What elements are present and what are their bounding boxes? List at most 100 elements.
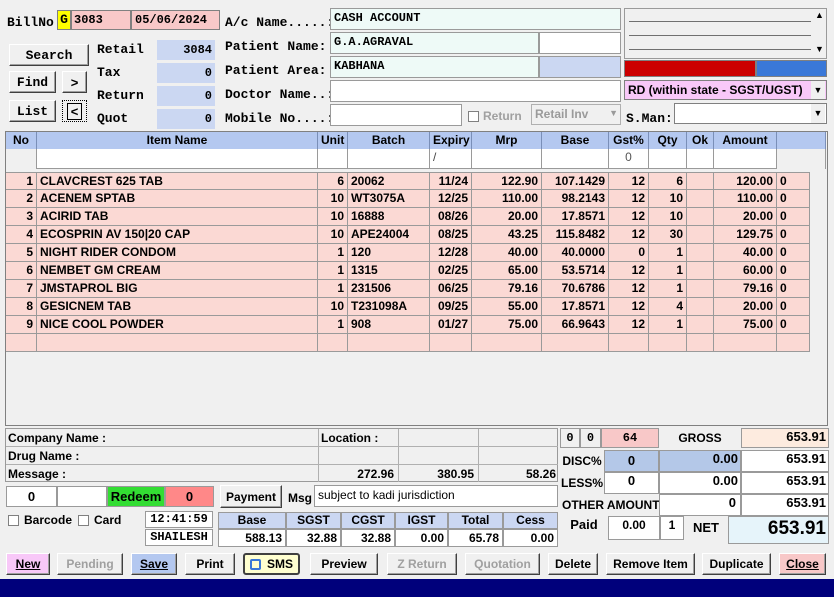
col-header-extra bbox=[777, 132, 826, 149]
grid-header: No Item Name Unit Batch Expiry Mrp Base … bbox=[6, 132, 826, 149]
entry-batch[interactable] bbox=[348, 149, 430, 169]
barcode-checkbox-box[interactable] bbox=[8, 514, 19, 526]
patient-name-field[interactable]: G.A.AGRAVAL bbox=[330, 32, 539, 54]
ac-name-field[interactable]: CASH ACCOUNT bbox=[330, 8, 621, 30]
entry-base[interactable] bbox=[542, 149, 609, 169]
row-base: 40.0000 bbox=[542, 244, 609, 262]
table-row[interactable]: 4 ECOSPRIN AV 150|20 CAP 10 APE24004 08/25 43… bbox=[6, 226, 810, 244]
find-button[interactable]: Find bbox=[9, 71, 56, 93]
z-return-button[interactable]: Z Return bbox=[387, 553, 457, 575]
print-button[interactable]: Print bbox=[185, 553, 235, 575]
table-row[interactable]: 8 GESICNEM TAB 10 T231098A 09/25 55.00 17.8571… bbox=[6, 298, 810, 316]
table-row[interactable]: 1 CLAVCREST 625 TAB 6 20062 11/24 122.90 107.1… bbox=[6, 172, 810, 191]
disc-label: DISC% bbox=[562, 454, 602, 468]
new-button[interactable]: New bbox=[6, 553, 50, 575]
row-item-name: ECOSPRIN AV 150|20 CAP bbox=[37, 226, 318, 244]
bill-series[interactable]: G bbox=[57, 10, 71, 30]
scrollbar[interactable]: ▲ ▼ bbox=[812, 10, 826, 58]
entry-qty[interactable] bbox=[649, 149, 687, 169]
entry-gst[interactable]: 0 bbox=[609, 149, 649, 169]
salesman-select[interactable]: ▼ bbox=[674, 103, 827, 124]
patient-area-field[interactable]: KABHANA bbox=[330, 56, 539, 78]
counter-tax-label: Tax bbox=[97, 65, 121, 80]
points-extra-field[interactable] bbox=[57, 486, 107, 507]
row-no: 4 bbox=[6, 226, 37, 244]
bill-date-field[interactable]: 05/06/2024 bbox=[131, 10, 220, 30]
bill-number-field[interactable]: 3083 bbox=[71, 10, 131, 30]
col-header-item-name: Item Name bbox=[37, 132, 318, 149]
close-button[interactable]: Close bbox=[779, 553, 826, 575]
row-no: 3 bbox=[6, 208, 37, 226]
entry-mrp[interactable] bbox=[472, 149, 542, 169]
entry-expiry[interactable]: / bbox=[430, 149, 472, 169]
row-unit: 1 bbox=[318, 244, 348, 262]
save-button[interactable]: Save bbox=[131, 553, 177, 575]
card-checkbox[interactable]: Card bbox=[78, 513, 121, 527]
table-row[interactable]: 7 JMSTAPROL BIG 1 231506 06/25 79.16 70.6786 12… bbox=[6, 280, 810, 298]
entry-unit[interactable] bbox=[318, 149, 348, 169]
tax-header-cgst: CGST bbox=[341, 512, 395, 529]
table-row[interactable]: 3 ACIRID TAB 10 16888 08/26 20.00 17.8571 12 10 2… bbox=[6, 208, 810, 226]
search-button[interactable]: Search bbox=[9, 44, 89, 66]
other-amount-value[interactable]: 0 bbox=[659, 494, 741, 516]
card-checkbox-box[interactable] bbox=[78, 514, 89, 526]
row-qty: 1 bbox=[649, 280, 687, 298]
divider bbox=[629, 21, 811, 22]
prev-button[interactable]: < bbox=[62, 100, 87, 122]
list-button-label: List bbox=[16, 103, 49, 119]
status-bar bbox=[0, 579, 834, 597]
row-unit: 10 bbox=[318, 298, 348, 316]
table-row[interactable] bbox=[6, 334, 810, 352]
table-row[interactable]: 5 NIGHT RIDER CONDOM 1 120 12/28 40.00 40.0000… bbox=[6, 244, 810, 262]
pending-button[interactable]: Pending bbox=[57, 553, 123, 575]
less-amount[interactable]: 0.00 bbox=[659, 472, 741, 494]
table-row[interactable]: 6 NEMBET GM CREAM 1 1315 02/25 65.00 53.5714 12… bbox=[6, 262, 810, 280]
prev-icon: < bbox=[66, 102, 83, 120]
doctor-name-label: Doctor Name..: bbox=[225, 87, 335, 102]
tax-type-select[interactable]: RD (within state - SGST/UGST) ▼ bbox=[624, 80, 827, 100]
chevron-up-icon[interactable]: ▲ bbox=[815, 10, 824, 20]
entry-ok[interactable] bbox=[687, 149, 714, 169]
patient-extra-field[interactable] bbox=[539, 32, 621, 54]
list-button[interactable]: List bbox=[9, 100, 56, 122]
duplicate-button[interactable]: Duplicate bbox=[702, 553, 771, 575]
next-button[interactable]: > bbox=[62, 71, 87, 93]
disc-amount[interactable]: 0.00 bbox=[659, 450, 741, 472]
row-mrp: 65.00 bbox=[472, 262, 542, 280]
preview-button[interactable]: Preview bbox=[310, 553, 378, 575]
payment-button[interactable]: Payment bbox=[220, 485, 282, 508]
message-field[interactable]: subject to kadi jurisdiction bbox=[314, 485, 558, 507]
barcode-checkbox[interactable]: Barcode bbox=[8, 513, 72, 527]
entry-item-name[interactable] bbox=[37, 149, 318, 169]
return-checkbox[interactable]: Return bbox=[468, 109, 522, 123]
invoice-type-select[interactable]: Retail Inv ▼ bbox=[531, 104, 621, 125]
sms-button[interactable]: SMS bbox=[243, 553, 300, 575]
row-gst: 12 bbox=[609, 173, 649, 191]
table-row[interactable]: 2 ACENEM SPTAB 10 WT3075A 12/25 110.00 98.2143… bbox=[6, 190, 810, 208]
disc-percent[interactable]: 0 bbox=[604, 450, 659, 472]
remove-item-button[interactable]: Remove Item bbox=[606, 553, 695, 575]
chevron-down-icon: ▼ bbox=[811, 81, 825, 99]
row-batch: WT3075A bbox=[348, 190, 430, 208]
divider bbox=[629, 35, 811, 36]
delete-button[interactable]: Delete bbox=[548, 553, 598, 575]
chevron-down-icon[interactable]: ▼ bbox=[815, 44, 824, 54]
net-value: 653.91 bbox=[728, 516, 829, 544]
item-entry-row[interactable]: / 0 bbox=[6, 149, 826, 169]
doctor-name-field[interactable] bbox=[330, 80, 621, 102]
table-row[interactable]: 9 NICE COOL POWDER 1 908 01/27 75.00 66.9643 12… bbox=[6, 316, 810, 334]
redeem-button[interactable]: Redeem bbox=[107, 486, 165, 507]
row-no: 9 bbox=[6, 316, 37, 334]
row-amount bbox=[714, 334, 777, 352]
message-icon bbox=[249, 558, 261, 570]
row-no: 5 bbox=[6, 244, 37, 262]
entry-amount[interactable] bbox=[714, 149, 777, 169]
quotation-button[interactable]: Quotation bbox=[465, 553, 540, 575]
patient-area-extra-field[interactable] bbox=[539, 56, 621, 78]
paid-value[interactable]: 0.00 bbox=[608, 516, 660, 540]
tax-value-base: 588.13 bbox=[218, 529, 286, 547]
less-percent[interactable]: 0 bbox=[604, 472, 659, 494]
return-checkbox-box[interactable] bbox=[468, 110, 479, 122]
row-qty: 10 bbox=[649, 208, 687, 226]
mobile-field[interactable] bbox=[330, 104, 462, 126]
